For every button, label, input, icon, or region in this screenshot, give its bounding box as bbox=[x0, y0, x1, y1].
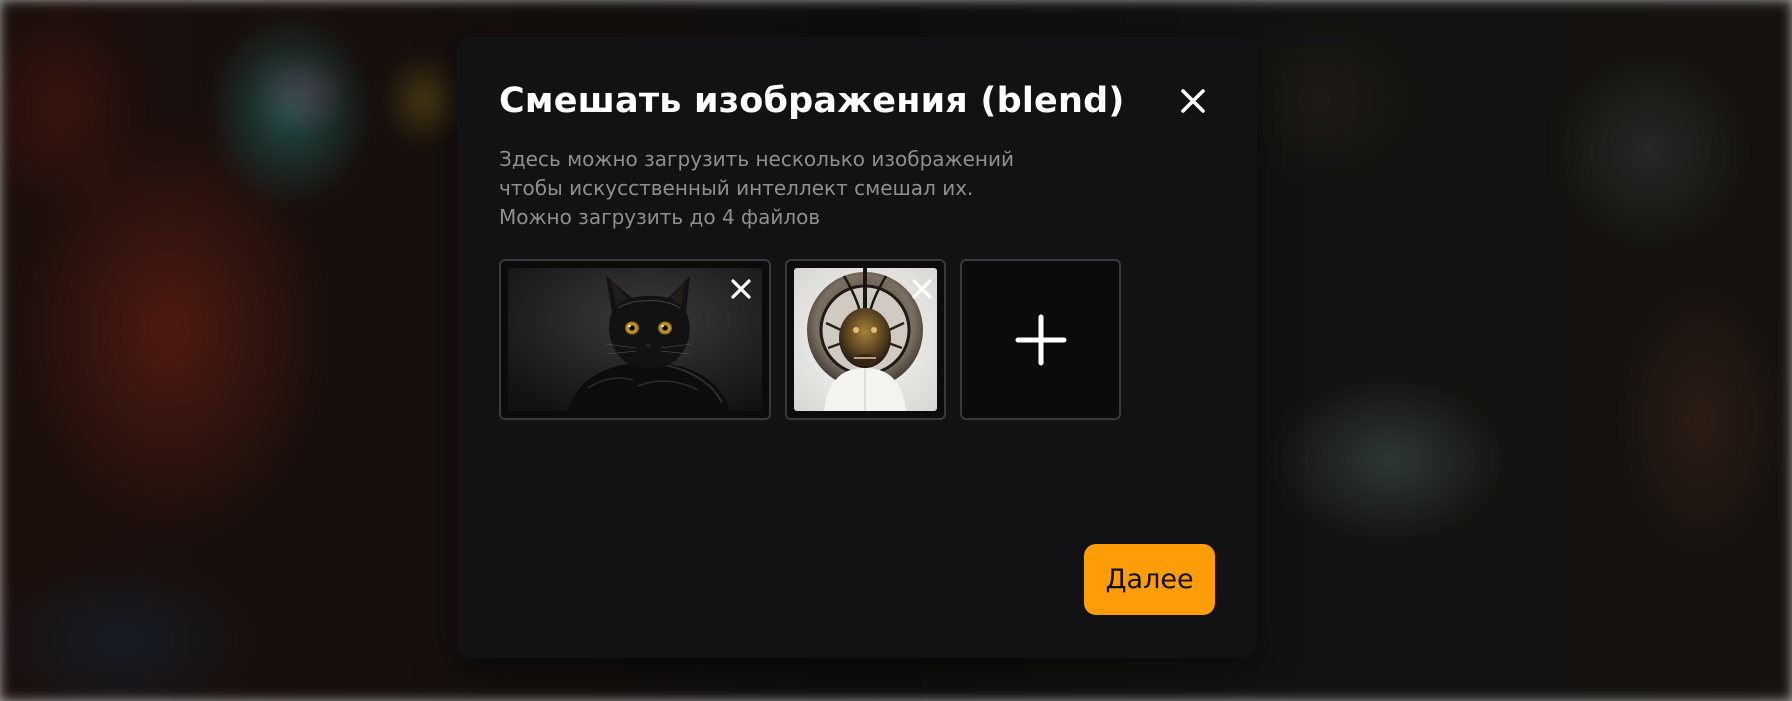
description-line: Можно загрузить до 4 файлов bbox=[499, 205, 821, 229]
plus-icon bbox=[1015, 314, 1066, 365]
uploaded-image-2 bbox=[785, 259, 946, 420]
modal-title: Смешать изображения (blend) bbox=[499, 81, 1125, 121]
modal-description: Здесь можно загрузить несколько изображе… bbox=[499, 145, 1059, 232]
next-button[interactable]: Далее bbox=[1084, 544, 1215, 615]
uploaded-image-1 bbox=[499, 259, 771, 420]
description-line: Здесь можно загрузить несколько изображе… bbox=[499, 147, 1014, 171]
close-icon bbox=[1181, 89, 1205, 113]
close-modal-button[interactable] bbox=[1175, 83, 1211, 119]
add-image-button[interactable] bbox=[960, 259, 1121, 420]
cat-image bbox=[508, 268, 762, 411]
remove-image-button[interactable] bbox=[725, 273, 757, 305]
close-icon bbox=[912, 279, 932, 299]
remove-image-button[interactable] bbox=[906, 273, 938, 305]
description-line: чтобы искусственный интеллект смешал их. bbox=[499, 176, 974, 200]
blend-modal: Смешать изображения (blend) Здесь можно … bbox=[457, 37, 1257, 658]
close-icon bbox=[731, 279, 751, 299]
